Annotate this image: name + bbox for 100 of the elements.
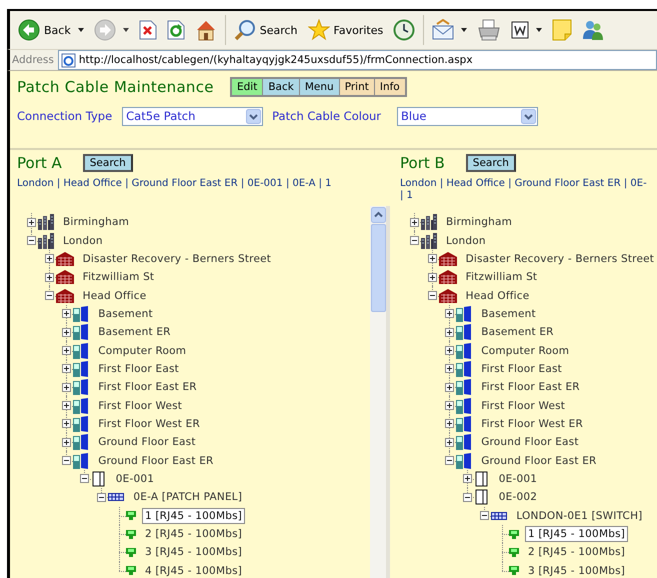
collapse-icon[interactable] bbox=[80, 474, 89, 484]
tree-item[interactable]: Ground Floor East bbox=[478, 434, 582, 450]
city-building-icon bbox=[38, 214, 54, 230]
menu-button[interactable]: Info bbox=[374, 79, 405, 95]
expand-icon[interactable] bbox=[410, 218, 419, 227]
tree-item[interactable]: Fitzwilliam St bbox=[80, 269, 158, 286]
collapse-icon[interactable] bbox=[462, 492, 472, 502]
collapse-icon[interactable] bbox=[410, 236, 419, 246]
tree-item[interactable]: LONDON-0E1 [SWITCH] bbox=[513, 508, 646, 524]
expand-icon[interactable] bbox=[62, 438, 72, 447]
tree-item[interactable]: Birmingham bbox=[443, 214, 516, 230]
expand-icon[interactable] bbox=[445, 419, 454, 428]
tree-item[interactable]: Ground Floor East ER bbox=[478, 452, 600, 469]
collapse-icon[interactable] bbox=[44, 291, 54, 300]
network-port-icon bbox=[508, 548, 519, 557]
scrollbar[interactable] bbox=[370, 206, 386, 578]
tree-item[interactable]: Computer Room bbox=[95, 342, 190, 359]
tree-item[interactable]: Fitzwilliam St bbox=[462, 269, 540, 286]
tree-item[interactable]: 4 [RJ45 - 100Mbs] bbox=[142, 562, 246, 578]
expand-icon[interactable] bbox=[445, 309, 454, 318]
menu-button[interactable]: Menu bbox=[300, 79, 339, 95]
tree-item[interactable]: Ground Floor East bbox=[95, 434, 199, 450]
expand-icon[interactable] bbox=[62, 328, 72, 337]
collapse-icon[interactable] bbox=[27, 236, 36, 246]
tree-item[interactable]: First Floor East bbox=[478, 360, 565, 377]
menu-button[interactable]: Print bbox=[340, 79, 374, 95]
menu-button[interactable]: Edit bbox=[232, 79, 262, 95]
expand-icon[interactable] bbox=[445, 401, 454, 410]
dropdown-field[interactable]: Cat5e Patch bbox=[122, 106, 264, 126]
tree-item[interactable]: Birmingham bbox=[60, 214, 132, 230]
collapse-icon[interactable] bbox=[428, 291, 437, 300]
expand-icon[interactable] bbox=[62, 419, 72, 428]
scroll-thumb[interactable] bbox=[370, 224, 386, 312]
expand-icon[interactable] bbox=[27, 218, 36, 227]
expand-icon[interactable] bbox=[445, 438, 454, 447]
tree-item[interactable]: Basement ER bbox=[478, 324, 557, 340]
collapse-icon[interactable] bbox=[62, 456, 72, 466]
tree-item[interactable]: 0E-001 bbox=[112, 470, 158, 487]
door-icon bbox=[73, 434, 90, 450]
collapse-icon[interactable] bbox=[97, 492, 106, 502]
door-icon bbox=[456, 360, 472, 377]
expand-icon[interactable] bbox=[62, 401, 72, 410]
tree-item[interactable]: 2 [RJ45 - 100Mbs] bbox=[142, 526, 246, 542]
tree-item[interactable]: First Floor West bbox=[478, 398, 568, 414]
tree-item[interactable]: 3 [RJ45 - 100Mbs] bbox=[142, 544, 246, 560]
tree-item[interactable]: 1 [RJ45 - 100Mbs] bbox=[142, 508, 246, 524]
tree-item[interactable]: Disaster Recovery - Berners Street bbox=[462, 250, 657, 267]
expand-icon[interactable] bbox=[445, 346, 454, 356]
expand-icon[interactable] bbox=[44, 272, 54, 282]
expand-icon[interactable] bbox=[44, 254, 54, 264]
expand-icon[interactable] bbox=[62, 346, 72, 356]
network-port-icon bbox=[508, 566, 519, 576]
tree-item[interactable]: London bbox=[60, 232, 106, 249]
expand-icon[interactable] bbox=[445, 328, 454, 337]
tree-item[interactable]: First Floor East ER bbox=[95, 379, 200, 396]
search-button[interactable]: Search bbox=[230, 15, 302, 45]
tree-item[interactable]: Basement ER bbox=[95, 324, 174, 340]
search-button[interactable]: Search bbox=[466, 154, 516, 172]
field-label: Connection Type bbox=[17, 109, 112, 123]
tree-item[interactable]: Computer Room bbox=[478, 342, 572, 359]
scroll-up-icon[interactable] bbox=[370, 207, 386, 223]
tree-item[interactable]: 0E-001 bbox=[496, 470, 540, 487]
tree-item[interactable]: Head Office bbox=[462, 288, 532, 304]
tree-item[interactable]: London bbox=[443, 232, 489, 249]
dropdown-field[interactable]: Blue bbox=[397, 106, 538, 126]
expand-icon[interactable] bbox=[62, 309, 72, 318]
tree-item[interactable]: Ground Floor East ER bbox=[95, 452, 217, 469]
tree-item[interactable]: First Floor West ER bbox=[478, 416, 586, 432]
expand-icon[interactable] bbox=[428, 272, 437, 282]
tree-item[interactable]: 1 [RJ45 - 100Mbs] bbox=[524, 526, 628, 542]
menu-button[interactable]: Back bbox=[263, 79, 299, 95]
expand-icon[interactable] bbox=[428, 254, 437, 264]
tree-item[interactable]: 3 [RJ45 - 100Mbs] bbox=[524, 562, 628, 578]
page-title: Patch Cable Maintenance bbox=[17, 78, 215, 96]
tree-item[interactable]: First Floor East bbox=[95, 360, 182, 377]
tree-item[interactable]: 0E-002 bbox=[496, 489, 540, 506]
tree-item[interactable]: 2 [RJ45 - 100Mbs] bbox=[524, 544, 628, 560]
tree-item[interactable]: Basement bbox=[478, 306, 539, 322]
tree-item[interactable]: First Floor East ER bbox=[478, 379, 583, 396]
tree-item[interactable]: First Floor West bbox=[95, 398, 186, 414]
expand-icon[interactable] bbox=[445, 364, 454, 374]
rack-icon bbox=[90, 470, 107, 487]
home-icon bbox=[194, 19, 217, 41]
back-button[interactable]: Back bbox=[14, 15, 88, 45]
city-building-icon bbox=[421, 214, 437, 230]
address-field[interactable]: http://localhost/cablegen/(kyhaltayqyjgk245uxsduf55)/frmConnection.aspx bbox=[58, 50, 657, 70]
tree-item[interactable]: Head Office bbox=[80, 288, 150, 304]
expand-icon[interactable] bbox=[462, 474, 472, 484]
search-button[interactable]: Search bbox=[82, 154, 133, 172]
expand-icon[interactable] bbox=[445, 382, 454, 392]
favorites-button[interactable]: Favorites bbox=[304, 15, 388, 45]
collapse-icon[interactable] bbox=[445, 456, 454, 466]
tree-item[interactable]: 0E-A [PATCH PANEL] bbox=[130, 489, 246, 506]
history-icon bbox=[393, 19, 416, 41]
collapse-icon[interactable] bbox=[480, 511, 490, 520]
expand-icon[interactable] bbox=[62, 382, 72, 392]
tree-item[interactable]: First Floor West ER bbox=[95, 416, 203, 432]
tree-item[interactable]: Disaster Recovery - Berners Street bbox=[80, 250, 274, 267]
tree-item[interactable]: Basement bbox=[95, 306, 156, 322]
expand-icon[interactable] bbox=[62, 364, 72, 374]
